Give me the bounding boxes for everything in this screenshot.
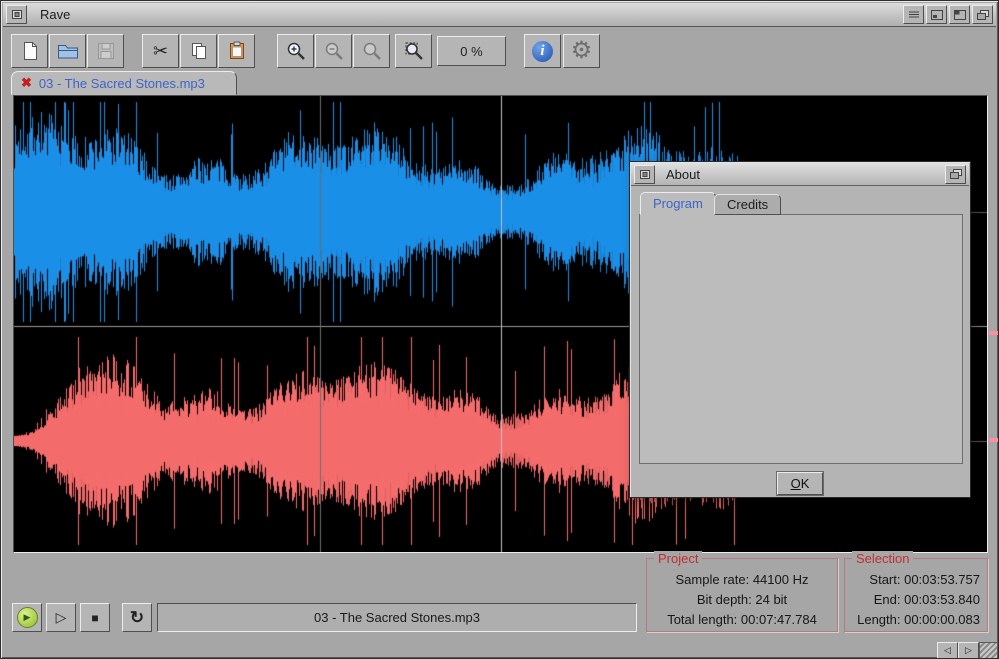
save-disk-icon xyxy=(96,41,116,61)
zoom-window-icon xyxy=(954,10,966,20)
open-folder-icon xyxy=(57,41,79,61)
play-green-icon: ▶ xyxy=(17,607,38,628)
selection-length: Length: 00:00:00.083 xyxy=(845,610,980,630)
play-button[interactable]: ▷ xyxy=(46,603,76,632)
zoom-fit-button[interactable] xyxy=(353,34,390,68)
project-total-length: Total length: 00:07:47.784 xyxy=(647,610,837,630)
cut-button[interactable]: ✂ xyxy=(142,34,179,68)
resize-grip[interactable] xyxy=(979,642,998,659)
tab-credits[interactable]: Credits xyxy=(714,194,781,215)
about-depth-icon xyxy=(950,169,962,179)
new-button[interactable] xyxy=(11,34,48,68)
about-depth-gadget[interactable] xyxy=(945,165,966,184)
info-icon: i xyxy=(532,41,553,62)
iconify-icon xyxy=(931,10,943,20)
scroll-left-icon: ◁ xyxy=(944,645,951,656)
scroll-right-button[interactable]: ▷ xyxy=(958,642,979,659)
project-bit-depth: Bit depth: 24 bit xyxy=(647,590,837,610)
zoom-fit-icon xyxy=(361,40,383,62)
about-panel xyxy=(639,214,963,464)
tab-label: 03 - The Sacred Stones.mp3 xyxy=(39,76,205,91)
tab-program[interactable]: Program xyxy=(640,192,716,215)
zoom-in-icon xyxy=(285,40,307,62)
stop-icon: ■ xyxy=(91,611,98,625)
settings-button[interactable]: ⚙ xyxy=(563,34,600,68)
project-group: Project Sample rate: 44100 Hz Bit depth:… xyxy=(646,558,838,632)
about-close-icon xyxy=(640,170,650,179)
info-button[interactable]: i xyxy=(524,34,561,68)
selection-marker-top xyxy=(989,331,998,335)
play-all-button[interactable]: ▶ xyxy=(12,603,42,632)
selection-legend: Selection xyxy=(852,551,913,566)
cut-icon: ✂ xyxy=(153,41,168,62)
rave-window: Rave ✂ 0 xyxy=(0,0,999,659)
new-file-icon xyxy=(20,41,40,61)
now-playing-bar: 03 - The Sacred Stones.mp3 xyxy=(157,603,637,632)
window-title: Rave xyxy=(40,7,70,22)
document-tab[interactable]: ✖ 03 - The Sacred Stones.mp3 xyxy=(11,71,237,95)
save-button[interactable] xyxy=(87,34,124,68)
paste-button[interactable] xyxy=(218,34,255,68)
now-playing-filename: 03 - The Sacred Stones.mp3 xyxy=(314,610,480,625)
scroll-left-button[interactable]: ◁ xyxy=(937,642,958,659)
about-close-gadget[interactable] xyxy=(634,165,655,184)
selection-marker-bottom xyxy=(989,438,998,442)
play-icon: ▷ xyxy=(56,609,67,626)
iconify-gadget[interactable] xyxy=(926,5,947,24)
zoom-in-button[interactable] xyxy=(277,34,314,68)
close-gadget[interactable] xyxy=(6,5,27,24)
zoom-selection-button[interactable] xyxy=(395,34,432,68)
shade-icon xyxy=(908,10,920,19)
about-titlebar[interactable]: About xyxy=(631,163,969,186)
loop-button[interactable]: ↻ xyxy=(122,603,152,632)
copy-icon xyxy=(189,41,209,61)
open-button[interactable] xyxy=(49,34,86,68)
zoom-gadget[interactable] xyxy=(949,5,970,24)
stop-button[interactable]: ■ xyxy=(80,603,110,632)
about-title: About xyxy=(666,167,700,182)
tab-close-icon[interactable]: ✖ xyxy=(21,75,32,91)
selection-start: Start: 00:03:53.757 xyxy=(845,570,980,590)
titlebar[interactable]: Rave xyxy=(3,3,996,27)
zoom-out-button[interactable] xyxy=(315,34,352,68)
zoom-selection-icon xyxy=(403,40,425,62)
about-dialog: About Program Credits rave AUDIO EDITOR … xyxy=(629,161,971,498)
depth-icon xyxy=(977,10,989,20)
shade-gadget[interactable] xyxy=(903,5,924,24)
project-legend: Project xyxy=(654,551,702,566)
depth-gadget[interactable] xyxy=(972,5,993,24)
ok-button[interactable]: OK xyxy=(777,472,823,495)
close-icon xyxy=(12,10,22,19)
scroll-right-icon: ▷ xyxy=(965,645,972,656)
project-sample-rate: Sample rate: 44100 Hz xyxy=(647,570,837,590)
copy-button[interactable] xyxy=(180,34,217,68)
selection-end: End: 00:03:53.840 xyxy=(845,590,980,610)
gear-icon: ⚙ xyxy=(571,39,593,63)
loop-icon: ↻ xyxy=(130,608,144,628)
zoom-readout: 0 % xyxy=(437,36,506,66)
paste-clipboard-icon xyxy=(227,41,247,61)
selection-group: Selection Start: 00:03:53.757 End: 00:03… xyxy=(844,558,988,632)
zoom-out-icon xyxy=(323,40,345,62)
